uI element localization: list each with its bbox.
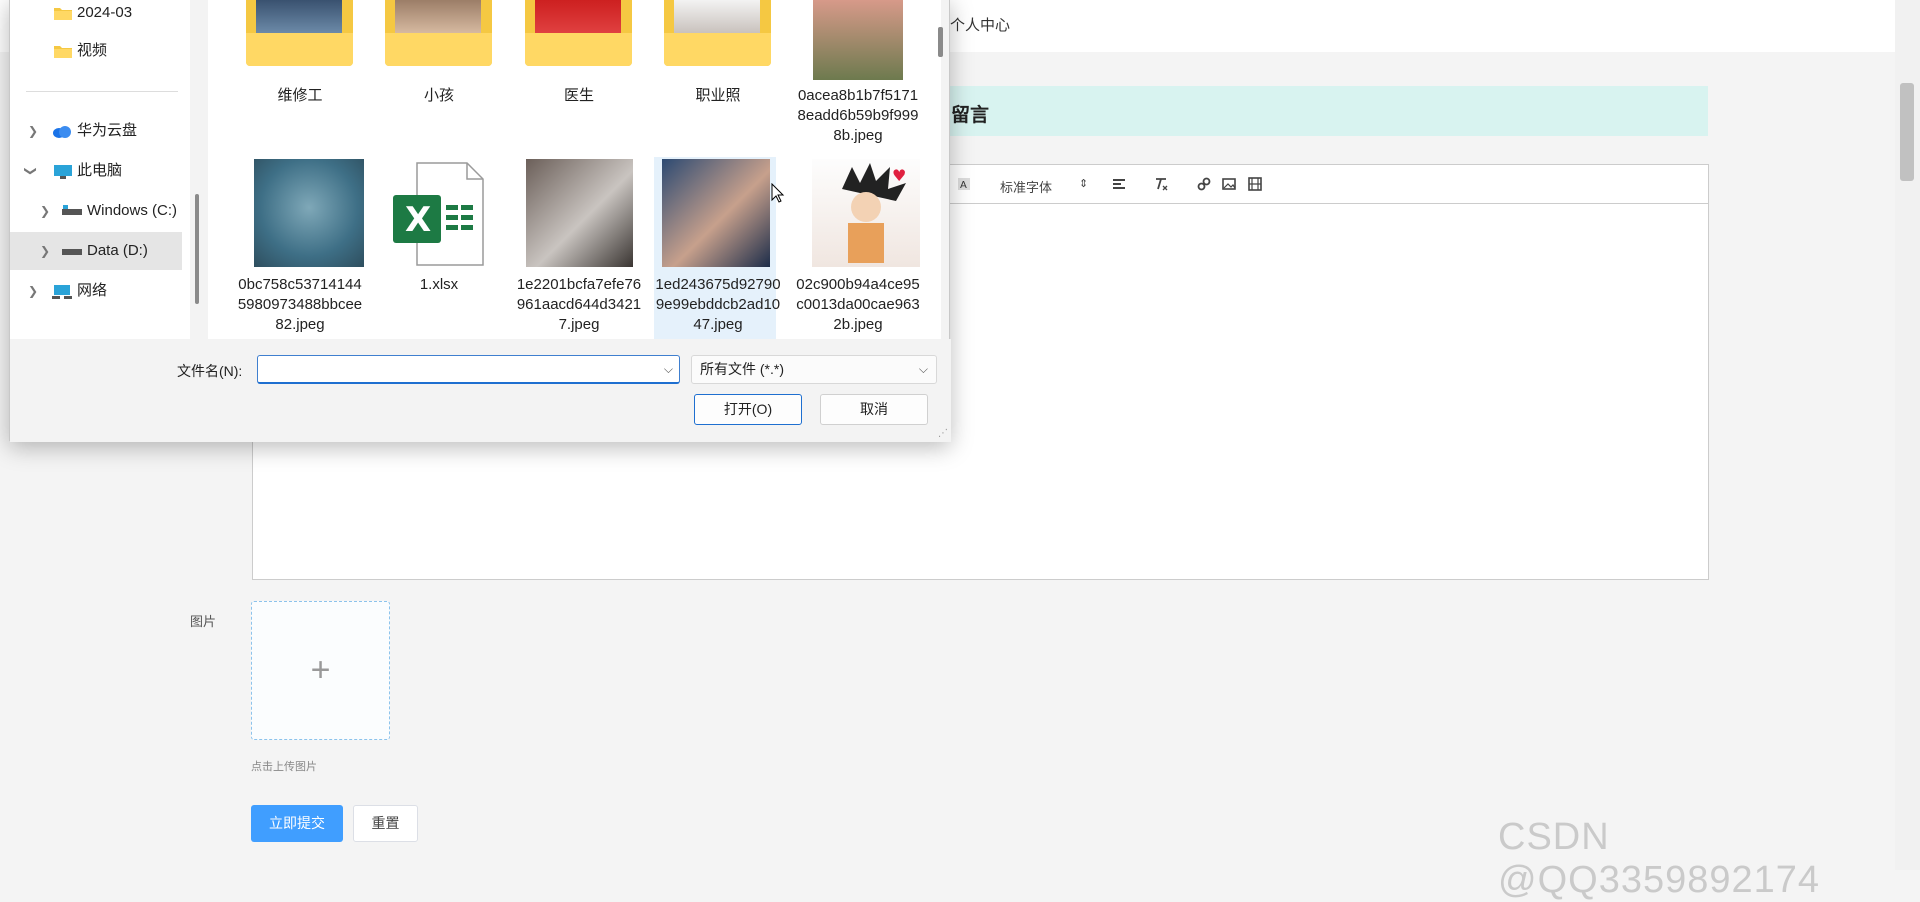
nav-personal-center[interactable]: 个人中心 bbox=[950, 14, 1010, 35]
upload-hint: 点击上传图片 bbox=[251, 761, 317, 773]
computer-icon bbox=[54, 165, 72, 179]
nav-item-label: 2024-03 bbox=[77, 4, 133, 21]
cartoon-icon: ♥ bbox=[842, 163, 906, 263]
folder-icon bbox=[54, 8, 72, 20]
image-thumbnail bbox=[254, 159, 364, 267]
page-scroll-thumb[interactable] bbox=[1900, 83, 1914, 181]
nav-item-label: 视频 bbox=[77, 42, 108, 59]
filetype-value: 所有文件 (*.*) bbox=[700, 361, 784, 377]
nav-item-label: 华为云盘 bbox=[77, 122, 138, 139]
folder-icon bbox=[385, 0, 492, 66]
submit-button[interactable]: 立即提交 bbox=[251, 805, 343, 842]
filename-label: 文件名(N): bbox=[177, 363, 243, 379]
folder-child[interactable]: 小孩 bbox=[375, 0, 503, 119]
filename-input[interactable]: ⌵ bbox=[257, 355, 680, 384]
folder-doctor[interactable]: 医生 bbox=[515, 0, 643, 119]
file-list-scrollbar[interactable] bbox=[938, 27, 943, 57]
font-select-caret-icon: ⇕ bbox=[1079, 178, 1089, 190]
nav-item-this-pc[interactable]: ❯ 此电脑 bbox=[10, 152, 182, 190]
resize-grip-icon[interactable]: ⋰ bbox=[938, 428, 948, 439]
nav-item-network[interactable]: ❯ 网络 bbox=[10, 272, 182, 310]
file-name: 0acea8b1b7f51718eadd6b59b9f9998b.jpeg bbox=[797, 87, 919, 144]
svg-text:A: A bbox=[960, 180, 967, 191]
file-open-dialog: 2024-03 视频 ❯ 华为云盘 ❯ 此电脑 ❯ Windows (C:) ❯… bbox=[9, 0, 951, 442]
nav-item-huawei-cloud[interactable]: ❯ 华为云盘 bbox=[10, 112, 182, 150]
file-0acea8b1-jpeg[interactable]: 0acea8b1b7f51718eadd6b59b9f9998b.jpeg bbox=[794, 0, 922, 149]
image-thumbnail bbox=[526, 159, 633, 267]
file-name: 1ed243675d927909e99ebddcb2ad1047.jpeg bbox=[655, 276, 781, 333]
file-name: 1.xlsx bbox=[419, 276, 459, 293]
folder-icon bbox=[525, 0, 632, 66]
nav-item-label: 网络 bbox=[77, 282, 108, 299]
video-icon[interactable] bbox=[1247, 176, 1263, 192]
chevron-right-icon[interactable]: ❯ bbox=[28, 112, 38, 150]
filetype-select[interactable]: 所有文件 (*.*) ⌵ bbox=[691, 355, 937, 384]
image-upload-box[interactable]: + bbox=[251, 601, 390, 740]
svg-text:X: X bbox=[405, 200, 431, 240]
chevron-down-icon: ⌵ bbox=[918, 362, 928, 376]
nav-item-2024-03[interactable]: 2024-03 bbox=[10, 0, 182, 32]
align-icon[interactable] bbox=[1111, 177, 1127, 193]
nav-item-label: 此电脑 bbox=[77, 162, 123, 179]
nav-item-videos[interactable]: 视频 bbox=[10, 32, 182, 70]
plus-icon: + bbox=[310, 651, 331, 689]
drive-icon bbox=[62, 249, 82, 255]
file-name: 职业照 bbox=[695, 87, 741, 104]
file-name: 1e2201bcfa7efe76961aacd644d34217.jpeg bbox=[516, 276, 642, 333]
excel-icon: X bbox=[393, 162, 484, 266]
file-1ed24367-jpeg[interactable]: 1ed243675d927909e99ebddcb2ad1047.jpeg bbox=[654, 157, 782, 339]
page-scrollbar[interactable] bbox=[1895, 0, 1920, 870]
link-icon[interactable] bbox=[1196, 176, 1212, 192]
nav-item-label: Data (D:) bbox=[87, 242, 148, 259]
nav-item-drive-c[interactable]: ❯ Windows (C:) bbox=[10, 192, 182, 230]
image-thumbnail: ♥ bbox=[812, 159, 920, 267]
watermark: CSDN @QQ3359892174 bbox=[1498, 816, 1821, 901]
chevron-right-icon[interactable]: ❯ bbox=[28, 272, 38, 310]
network-icon bbox=[52, 285, 72, 299]
font-family-select[interactable]: 标准字体 bbox=[1000, 177, 1052, 196]
cloud-icon bbox=[53, 126, 71, 138]
image-field-label: 图片 bbox=[190, 614, 217, 629]
nav-item-label: Windows (C:) bbox=[87, 202, 178, 219]
folder-repairman[interactable]: 维修工 bbox=[236, 0, 364, 119]
file-name: 医生 bbox=[563, 87, 594, 104]
reset-button[interactable]: 重置 bbox=[353, 805, 418, 842]
file-1e2201bc-jpeg[interactable]: 1e2201bcfa7efe76961aacd644d34217.jpeg bbox=[515, 157, 643, 339]
file-name: 02c900b94a4ce95c0013da00cae9632b.jpeg bbox=[796, 276, 920, 333]
file-name: 小孩 bbox=[423, 87, 454, 104]
drive-icon bbox=[62, 205, 82, 215]
folder-icon bbox=[246, 0, 353, 66]
image-thumbnail bbox=[662, 159, 770, 267]
navigation-pane: 2024-03 视频 ❯ 华为云盘 ❯ 此电脑 ❯ Windows (C:) ❯… bbox=[10, 0, 199, 339]
nav-divider bbox=[26, 91, 178, 92]
open-button[interactable]: 打开(O) bbox=[694, 394, 802, 425]
clear-format-icon[interactable] bbox=[1153, 176, 1169, 192]
file-list: 维修工 小孩 医生 职业照 0acea8b1b7f51718eadd6b59b9… bbox=[208, 0, 941, 339]
chevron-right-icon[interactable]: ❯ bbox=[40, 192, 50, 230]
chevron-right-icon[interactable]: ❯ bbox=[40, 232, 50, 270]
dialog-bottom-bar: 文件名(N): ⌵ 所有文件 (*.*) ⌵ 打开(O) 取消 ⋰ bbox=[10, 339, 951, 442]
svg-text:♥: ♥ bbox=[892, 166, 906, 185]
background-color-icon[interactable]: A bbox=[956, 176, 972, 192]
file-name: 维修工 bbox=[277, 87, 323, 104]
image-icon[interactable] bbox=[1221, 176, 1237, 192]
file-name: 0bc758c537141445980973488bbcee82.jpeg bbox=[237, 276, 363, 333]
file-0bc758c5-jpeg[interactable]: 0bc758c537141445980973488bbcee82.jpeg bbox=[236, 157, 364, 339]
image-thumbnail bbox=[813, 0, 903, 80]
chevron-down-icon[interactable]: ⌵ bbox=[664, 356, 673, 383]
folder-icon bbox=[54, 46, 72, 58]
mouse-cursor-icon bbox=[771, 183, 785, 203]
cancel-button[interactable]: 取消 bbox=[820, 394, 928, 425]
page-title: 留言 bbox=[951, 105, 990, 126]
file-02c900b9-jpeg[interactable]: ♥ 02c900b94a4ce95c0013da00cae9632b.jpeg bbox=[794, 157, 922, 339]
folder-professional-photo[interactable]: 职业照 bbox=[654, 0, 782, 119]
nav-scrollbar[interactable] bbox=[195, 194, 199, 304]
file-1-xlsx[interactable]: X 1.xlsx bbox=[375, 157, 503, 297]
nav-item-drive-d[interactable]: ❯ Data (D:) bbox=[10, 232, 182, 270]
folder-icon bbox=[664, 0, 771, 66]
chevron-down-icon[interactable]: ❯ bbox=[12, 166, 50, 176]
